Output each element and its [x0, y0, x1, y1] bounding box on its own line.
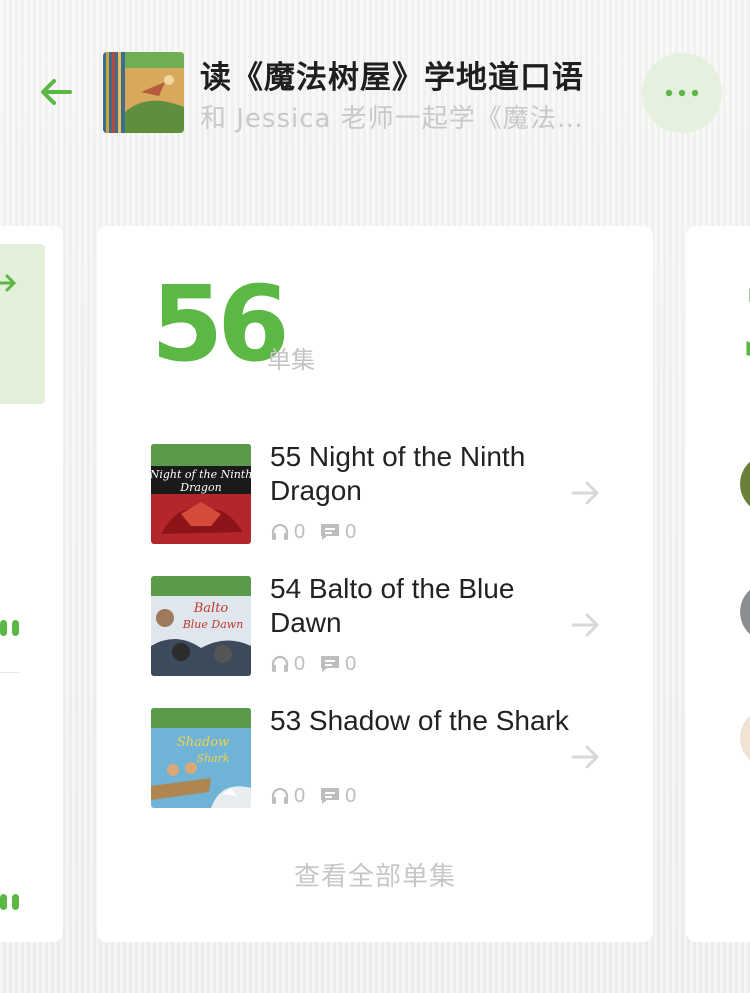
app-screen: 读《魔法树屋》学地道口语 和 Jessica 老师一起学《魔法… 3: [0, 0, 750, 993]
episode-item[interactable]: Balto Blue Dawn 54 Balto of the Blue Daw…: [151, 573, 621, 680]
avatar: [740, 715, 750, 761]
comment-icon: [321, 524, 340, 540]
episode-item[interactable]: Shadow Shark 53 Shadow of the Shark 0 0: [151, 705, 621, 812]
svg-text:Balto: Balto: [193, 601, 229, 616]
play-count: 0: [270, 653, 305, 676]
episode-stats: 0 0: [270, 520, 370, 544]
previous-card-highlight: [0, 244, 45, 404]
comment-count: 0: [319, 653, 356, 676]
headphones-icon: [271, 787, 289, 804]
episode-stats: 0 0: [270, 652, 370, 676]
episode-title: 54 Balto of the Blue Dawn: [270, 573, 515, 638]
play-count-value: 0: [294, 652, 306, 675]
headphones-icon: [271, 523, 289, 540]
green-dots-icon: [0, 620, 19, 636]
episode-item[interactable]: Night of the Ninth Dragon 55 Night of th…: [151, 441, 621, 548]
play-count-value: 0: [294, 784, 306, 807]
arrow-left-icon: [41, 79, 72, 105]
svg-text:Dragon: Dragon: [179, 481, 221, 494]
svg-text:Blue Dawn: Blue Dawn: [182, 618, 244, 631]
album-subtitle: 和 Jessica 老师一起学《魔法…: [200, 104, 584, 134]
episode-cover: Balto Blue Dawn: [151, 576, 251, 676]
comment-count-value: 0: [345, 652, 357, 675]
episode-cover: Night of the Ninth Dragon: [151, 444, 251, 544]
next-card-count-fragment: 3: [740, 276, 750, 372]
arrow-right-icon: [0, 274, 17, 292]
comment-icon: [321, 788, 340, 804]
play-count: 0: [270, 521, 305, 544]
view-all-episodes-link[interactable]: 查看全部单集: [97, 856, 653, 893]
svg-text:Shark: Shark: [196, 752, 229, 765]
episodes-card: 56 单集 Night of the Ninth Dragon 55 Night…: [97, 226, 653, 942]
episode-cover: Shadow Shark: [151, 708, 251, 808]
ellipsis-icon: [665, 89, 699, 97]
episode-count-unit: 单集: [267, 346, 315, 374]
album-title: 读《魔法树屋》学地道口语: [200, 60, 584, 96]
next-card[interactable]: 3: [686, 226, 750, 942]
divider: [0, 672, 20, 673]
comment-count-value: 0: [345, 784, 357, 807]
episode-title: 55 Night of the Ninth Dragon: [270, 441, 526, 506]
comment-icon: [321, 656, 340, 672]
header: 读《魔法树屋》学地道口语 和 Jessica 老师一起学《魔法…: [0, 0, 750, 200]
avatar: [740, 461, 750, 507]
avatar: [740, 589, 750, 635]
svg-text:Shadow: Shadow: [177, 735, 229, 750]
episode-title: 53 Shadow of the Shark: [270, 705, 569, 736]
episode-stats: 0 0: [270, 784, 370, 808]
album-cover: [103, 52, 184, 133]
back-button[interactable]: [36, 72, 76, 112]
comment-count: 0: [319, 521, 356, 544]
comment-count-value: 0: [345, 520, 357, 543]
episode-count: 56: [151, 263, 290, 385]
headphones-icon: [271, 655, 289, 672]
arrow-right-icon: [571, 481, 599, 505]
more-button[interactable]: [642, 53, 722, 133]
arrow-right-icon: [571, 745, 599, 769]
arrow-right-icon: [571, 613, 599, 637]
svg-text:Night of the Ninth: Night of the Ninth: [151, 468, 251, 481]
play-count: 0: [270, 785, 305, 808]
comment-count: 0: [319, 785, 356, 808]
play-count-value: 0: [294, 520, 306, 543]
green-dots-icon: [0, 894, 19, 910]
